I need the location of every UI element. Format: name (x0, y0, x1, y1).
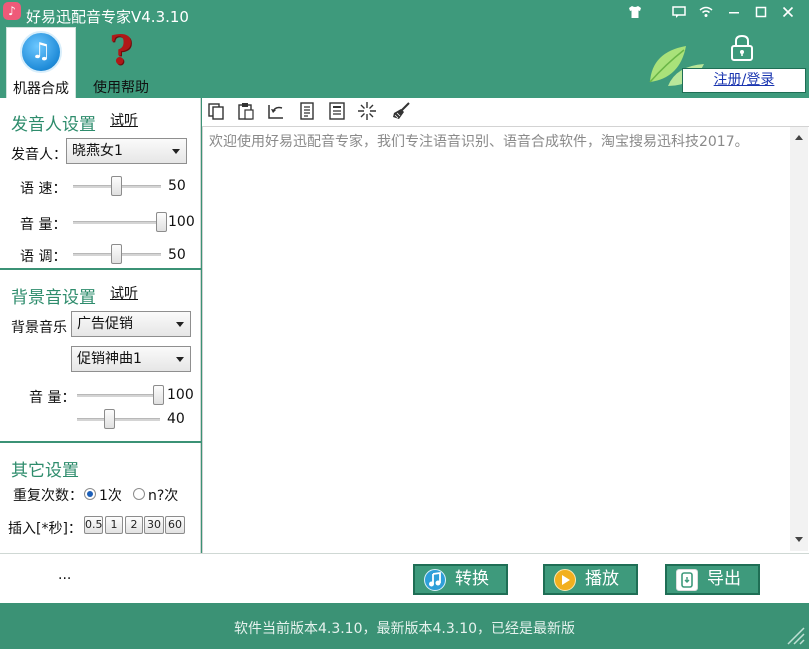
other-settings-title: 其它设置 (11, 461, 79, 481)
lock-icon (728, 33, 756, 63)
more-options[interactable]: ... (58, 567, 71, 583)
bg-category-value: 广告促销 (77, 316, 133, 332)
pitch-label: 语 调： (20, 249, 67, 265)
text-editor[interactable] (202, 126, 809, 553)
shirt-icon[interactable] (627, 4, 643, 20)
export-label: 导出 (707, 569, 741, 589)
music-note-icon (424, 569, 446, 591)
volume-slider-thumb[interactable] (156, 212, 167, 232)
bg-volume-slider-track[interactable] (77, 394, 160, 397)
chevron-down-icon (176, 357, 184, 362)
chevron-down-icon (172, 149, 180, 154)
close-icon[interactable] (780, 4, 796, 20)
speed-value: 50 (168, 178, 186, 194)
message-icon[interactable] (671, 4, 687, 20)
play-icon (554, 569, 576, 591)
undo-icon[interactable] (266, 101, 286, 121)
insert-2s-button[interactable]: 2 (125, 516, 143, 534)
section-divider (0, 268, 201, 270)
chevron-down-icon (176, 322, 184, 327)
repeat-n-radio[interactable] (133, 488, 145, 500)
voice-listen-link[interactable]: 试听 (110, 110, 138, 130)
bg-second-slider-track[interactable] (77, 418, 160, 421)
scroll-down-icon[interactable] (795, 537, 803, 542)
speaker-label: 发音人： (11, 147, 67, 163)
volume-label: 音 量： (20, 217, 67, 233)
speed-slider-thumb[interactable] (111, 176, 122, 196)
play-label: 播放 (585, 569, 619, 589)
broom-icon[interactable] (391, 101, 411, 121)
resize-grip-icon[interactable] (782, 622, 806, 646)
insert-60s-button[interactable]: 60 (165, 516, 185, 534)
bg-category-select[interactable]: 广告促销 (71, 311, 191, 337)
version-status: 软件当前版本4.3.10，最新版本4.3.10，已经是最新版 (233, 621, 576, 637)
nav-machine-synthesis-label: 机器合成 (13, 81, 69, 97)
convert-button[interactable]: 转换 (413, 564, 508, 595)
volume-value: 100 (168, 214, 195, 230)
insert-0-5s-button[interactable]: 0.5 (84, 516, 103, 534)
sparkle-icon[interactable] (357, 101, 377, 121)
pitch-value: 50 (168, 247, 186, 263)
bg-listen-link[interactable]: 试听 (110, 283, 138, 303)
bg-volume-value: 100 (167, 387, 194, 403)
nav-usage-help[interactable]: ? 使用帮助 (86, 27, 156, 98)
wifi-icon[interactable] (698, 4, 714, 20)
scroll-up-icon[interactable] (795, 135, 803, 140)
repeat-label: 重复次数： (13, 488, 83, 504)
window-title: 好易迅配音专家V4.3.10 (26, 8, 189, 26)
editor-toolbar (202, 98, 809, 126)
bg-second-value: 40 (167, 411, 185, 427)
export-button[interactable]: 导出 (665, 564, 760, 595)
insert-label: 插入[*秒]： (8, 521, 82, 537)
minimize-icon[interactable] (726, 4, 742, 20)
repeat-once-label[interactable]: 1次 (99, 485, 122, 505)
voice-settings-title: 发音人设置 (11, 115, 96, 135)
copy-icon[interactable] (206, 101, 226, 121)
repeat-once-radio[interactable] (84, 488, 96, 500)
register-login-button[interactable]: 注册/登录 (682, 68, 806, 93)
document-icon[interactable] (297, 101, 317, 121)
bg-track-value: 促销神曲1 (77, 351, 142, 367)
music-note-icon: ♪ (3, 2, 21, 20)
bg-music-label: 背景音乐 (11, 320, 67, 336)
maximize-icon[interactable] (753, 4, 769, 20)
bg-track-select[interactable]: 促销神曲1 (71, 346, 191, 372)
export-phone-icon (676, 569, 698, 591)
question-mark-icon: ? (109, 27, 133, 74)
play-button[interactable]: 播放 (543, 564, 638, 595)
repeat-n-label[interactable]: n?次 (148, 485, 178, 505)
section-divider (0, 441, 201, 443)
convert-label: 转换 (455, 569, 489, 589)
speaker-select-value: 晓燕女1 (72, 143, 123, 159)
volume-slider-track[interactable] (73, 221, 161, 224)
nav-machine-synthesis[interactable]: ♫ 机器合成 (6, 27, 76, 98)
editor-content[interactable]: 欢迎使用好易迅配音专家，我们专注语音识别、语音合成软件，淘宝搜易迅科技2017。 (209, 132, 784, 153)
speaker-select[interactable]: 晓燕女1 (66, 138, 187, 164)
paste-icon[interactable] (236, 101, 256, 121)
bg-volume-slider-thumb[interactable] (153, 385, 164, 405)
bg-volume-label: 音 量： (29, 390, 76, 406)
list-icon[interactable] (327, 101, 347, 121)
bg-second-slider-thumb[interactable] (104, 409, 115, 429)
insert-30s-button[interactable]: 30 (144, 516, 164, 534)
insert-1s-button[interactable]: 1 (105, 516, 123, 534)
music-circle-icon: ♫ (20, 31, 62, 73)
editor-scrollbar[interactable] (790, 127, 808, 551)
bg-settings-title: 背景音设置 (11, 288, 96, 308)
nav-usage-help-label: 使用帮助 (93, 80, 149, 96)
pitch-slider-thumb[interactable] (111, 244, 122, 264)
speed-label: 语 速： (20, 181, 67, 197)
